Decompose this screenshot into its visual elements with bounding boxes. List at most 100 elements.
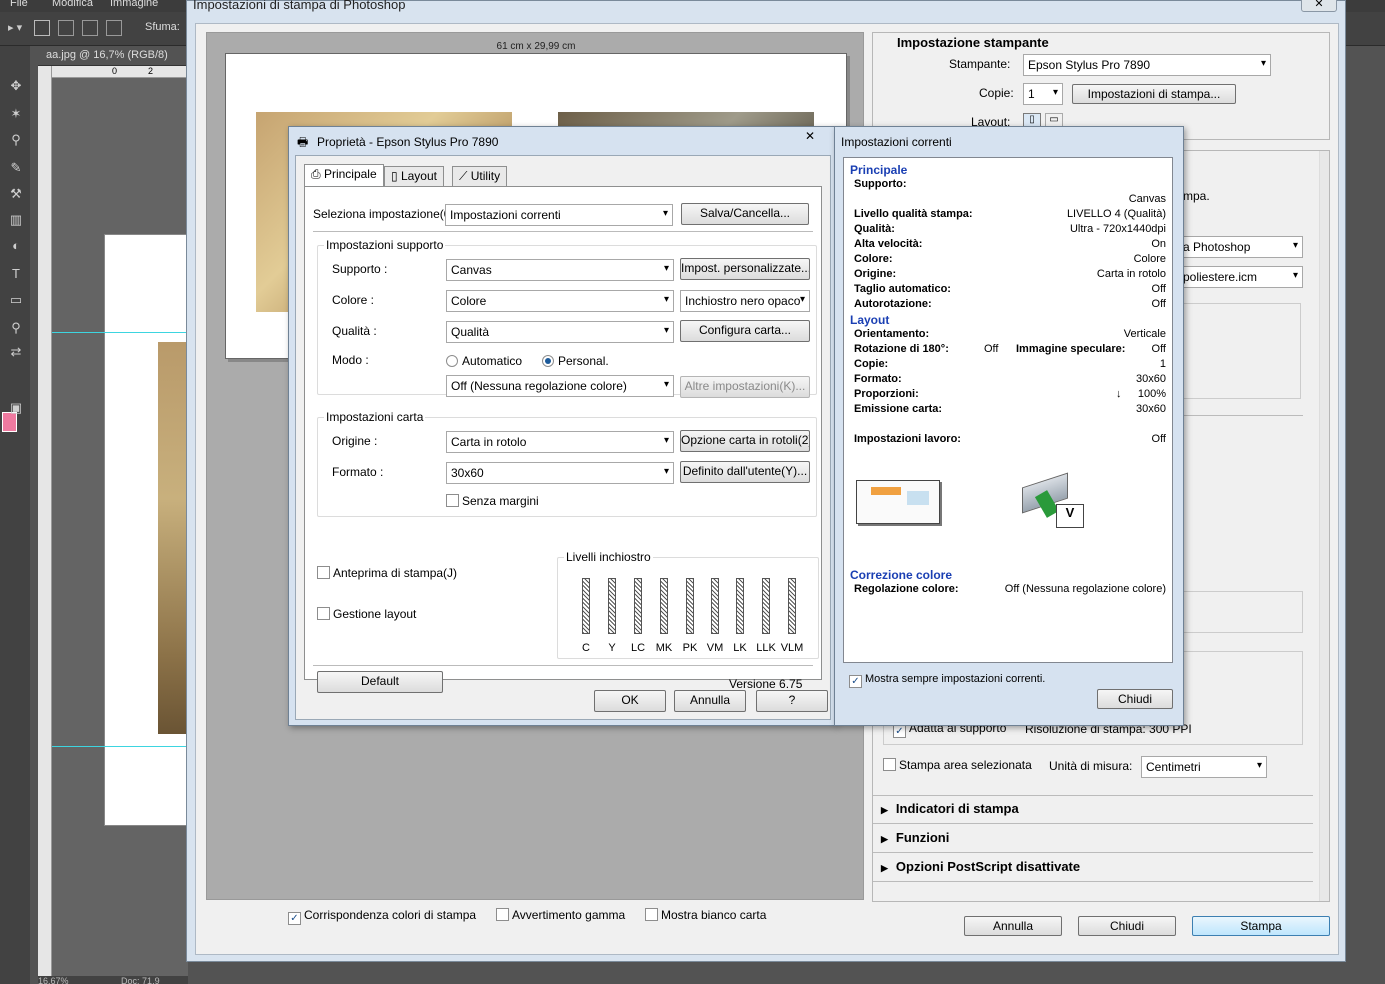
move-tool-icon[interactable]: ✥ bbox=[6, 76, 26, 96]
section-functions[interactable]: ▶ Funzioni bbox=[881, 830, 949, 845]
setting-row: Regolazione colore: Off (Nessuna regolazi… bbox=[854, 583, 1166, 598]
checkbox-icon bbox=[317, 607, 330, 620]
section-print-marks[interactable]: ▶ Indicatori di stampa bbox=[881, 801, 1019, 816]
close-button[interactable]: Chiudi bbox=[1097, 689, 1173, 709]
section-label: Funzioni bbox=[895, 830, 950, 845]
print-selected-area-checkbox[interactable]: Stampa area selezionata bbox=[883, 758, 1032, 772]
clone-stamp-icon[interactable]: ⚒ bbox=[6, 184, 26, 204]
save-delete-button[interactable]: Salva/Cancella... bbox=[681, 203, 809, 225]
zoom-tool-icon[interactable]: ⚲ bbox=[6, 318, 26, 338]
setting-value: LIVELLO 4 (Qualità) bbox=[1066, 208, 1166, 220]
checkbox-label: Anteprima di stampa(J) bbox=[333, 566, 458, 580]
default-button[interactable]: Default bbox=[317, 671, 443, 693]
menu-immagine[interactable]: Immagine bbox=[110, 0, 158, 9]
tab-utility[interactable]: ⟋ Utility bbox=[452, 166, 508, 186]
shape-tool-icon[interactable]: ▭ bbox=[6, 290, 26, 310]
copies-input[interactable]: 1 bbox=[1023, 83, 1063, 105]
setting-key: Proporzioni: bbox=[854, 388, 919, 400]
mode-custom-radio[interactable]: Personal. bbox=[542, 354, 609, 368]
divider bbox=[313, 665, 813, 666]
divider bbox=[873, 823, 1313, 824]
print-button[interactable]: Stampa bbox=[1192, 916, 1330, 936]
group-title: Livelli inchiostro bbox=[564, 550, 653, 564]
section-layout: Layout bbox=[850, 313, 890, 327]
radio-selected-icon bbox=[542, 355, 554, 367]
other-settings-button[interactable]: Altre impostazioni(K)... bbox=[680, 376, 810, 398]
menu-file[interactable]: File bbox=[10, 0, 28, 9]
magic-wand-icon[interactable]: ✶ bbox=[6, 104, 26, 124]
color-dropdown[interactable]: Colore bbox=[446, 290, 674, 312]
cancel-button[interactable]: Annulla bbox=[674, 690, 746, 712]
custom-settings-button[interactable]: Impost. personalizzate... bbox=[680, 258, 810, 280]
quality-dropdown[interactable]: Qualità bbox=[446, 321, 674, 343]
print-preview-checkbox[interactable]: Anteprima di stampa(J) bbox=[317, 566, 457, 580]
tab-principale[interactable]: ⎙ Principale bbox=[304, 164, 384, 187]
user-defined-button[interactable]: Definito dall'utente(Y)... bbox=[680, 461, 810, 483]
color-adjust-dropdown[interactable]: Off (Nessuna regolazione colore) bbox=[446, 375, 674, 397]
scrollbar[interactable] bbox=[1319, 151, 1329, 901]
mode-auto-radio[interactable]: Automatico bbox=[446, 354, 522, 368]
ink-level-bar bbox=[736, 578, 744, 634]
source-label: Origine : bbox=[332, 434, 378, 448]
type-tool-icon[interactable]: T bbox=[6, 264, 26, 284]
document-tab[interactable]: aa.jpg @ 16,7% (RGB/8) bbox=[38, 46, 188, 66]
section-label: Indicatori di stampa bbox=[895, 801, 1019, 816]
paper-white-checkbox[interactable]: Mostra bianco carta bbox=[645, 908, 766, 922]
selection-new-icon[interactable] bbox=[34, 20, 50, 36]
media-type-dropdown[interactable]: Canvas bbox=[446, 259, 674, 281]
ink-label: VM bbox=[706, 642, 724, 654]
tab-label: Principale bbox=[323, 167, 377, 181]
section-principale: Principale bbox=[850, 163, 908, 177]
radio-icon bbox=[446, 355, 458, 367]
black-ink-dropdown[interactable]: Inchiostro nero opaco bbox=[680, 290, 810, 312]
size-dropdown[interactable]: 30x60 bbox=[446, 462, 674, 484]
tab-layout[interactable]: ▯ Layout bbox=[384, 166, 444, 186]
color-handling-select[interactable]: a Photoshop bbox=[1179, 236, 1303, 258]
close-button[interactable]: Chiudi bbox=[1078, 916, 1176, 936]
close-icon[interactable]: ✕ bbox=[1301, 0, 1337, 12]
setting-row: Qualità: Ultra - 720x1440dpi bbox=[854, 223, 1166, 238]
select-setting-dropdown[interactable]: Impostazioni correnti bbox=[445, 204, 673, 226]
units-select[interactable]: Centimetri bbox=[1141, 756, 1267, 778]
roll-paper-option-button[interactable]: Opzione carta in rotoli(2)... bbox=[680, 430, 810, 452]
selection-add-icon[interactable] bbox=[58, 20, 74, 36]
ink-levels-group: Livelli inchiostro C Y LC MK PK VM LK LL… bbox=[557, 550, 819, 659]
dodge-icon[interactable]: ◐ bbox=[6, 236, 26, 256]
printer-tab-icon: ⎙ bbox=[311, 167, 324, 181]
paper-config-button[interactable]: Configura carta... bbox=[680, 320, 810, 342]
page-tab-icon: ▯ bbox=[391, 169, 401, 183]
status-bar: 16,67% Doc: 71,9 MB/62,3 MB bbox=[38, 976, 188, 984]
setting-value: Off bbox=[1151, 433, 1166, 445]
ink-level-bar bbox=[788, 578, 796, 634]
ink-label: LLK bbox=[756, 642, 776, 654]
gradient-icon[interactable]: ▥ bbox=[6, 210, 26, 230]
setting-key: Impostazioni lavoro: bbox=[854, 433, 961, 445]
menu-modifica[interactable]: Modifica bbox=[52, 0, 93, 9]
tool-preset-icon[interactable]: ▸ ▾ bbox=[8, 21, 22, 34]
ink-level-bar bbox=[711, 578, 719, 634]
layout-manager-checkbox[interactable]: Gestione layout bbox=[317, 607, 416, 621]
always-show-checkbox[interactable]: ✓ Mostra sempre impostazioni correnti. bbox=[849, 673, 1045, 688]
printer-select[interactable]: Epson Stylus Pro 7890 bbox=[1023, 54, 1271, 76]
borderless-checkbox[interactable]: Senza margini bbox=[446, 494, 539, 508]
guide-line[interactable] bbox=[52, 332, 188, 333]
ok-button[interactable]: OK bbox=[594, 690, 666, 712]
printer-profile-select[interactable]: poliestere.icm bbox=[1179, 266, 1303, 288]
screen-mode-icon[interactable]: ▣ bbox=[6, 398, 26, 418]
selection-intersect-icon[interactable] bbox=[106, 20, 122, 36]
cancel-button[interactable]: Annulla bbox=[964, 916, 1062, 936]
source-dropdown[interactable]: Carta in rotolo bbox=[446, 431, 674, 453]
copies-label: Copie: bbox=[979, 86, 1014, 100]
help-button[interactable]: ? bbox=[756, 690, 828, 712]
guide-line[interactable] bbox=[52, 746, 188, 747]
brush-icon[interactable]: ✎ bbox=[6, 158, 26, 178]
swap-colors-icon[interactable]: ⇄ bbox=[6, 342, 26, 362]
gamut-warning-checkbox[interactable]: Avvertimento gamma bbox=[496, 908, 625, 922]
match-colors-checkbox[interactable]: ✓ Corrispondenza colori di stampa bbox=[288, 908, 476, 925]
selection-subtract-icon[interactable] bbox=[82, 20, 98, 36]
close-icon[interactable]: ✕ bbox=[799, 129, 821, 145]
eyedropper-icon[interactable]: ⚲ bbox=[6, 130, 26, 150]
section-postscript[interactable]: ▶ Opzioni PostScript disattivate bbox=[881, 859, 1080, 874]
section-color-correction: Correzione colore bbox=[850, 568, 953, 582]
print-settings-button[interactable]: Impostazioni di stampa... bbox=[1072, 84, 1236, 104]
